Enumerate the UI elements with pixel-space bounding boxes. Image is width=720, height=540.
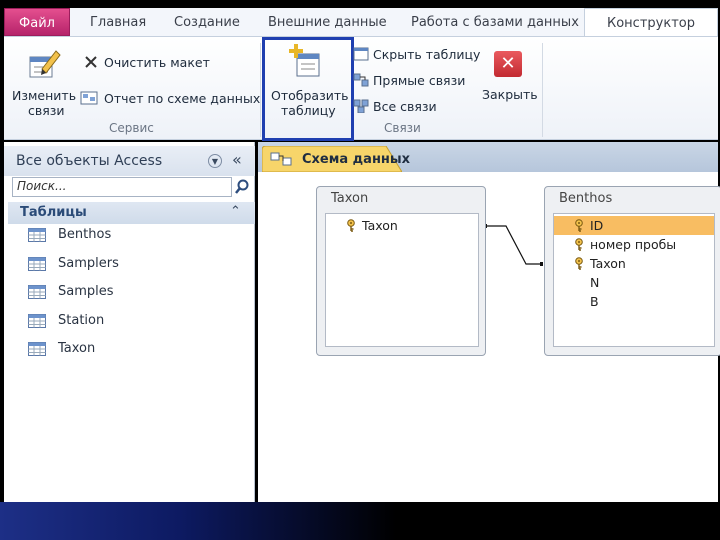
all-relationships-icon (353, 99, 369, 113)
document-tabbar: Схема данных (258, 142, 718, 172)
direct-relationships-icon (353, 73, 369, 87)
show-table-button[interactable]: Отобразить таблицу (262, 37, 354, 141)
collapse-pane-icon[interactable]: « (232, 150, 242, 169)
tab-design[interactable]: Конструктор (584, 8, 718, 38)
table-box-title: Benthos (559, 191, 613, 206)
search-icon[interactable] (234, 179, 250, 195)
nav-table-item[interactable]: Samples (8, 279, 255, 305)
collapse-section-icon[interactable]: ⌃ (230, 204, 241, 219)
table-icon (28, 228, 46, 242)
primary-key-icon (575, 219, 583, 232)
relationship-line (484, 224, 543, 266)
table-box-benthos[interactable]: Benthos ID номер пробы Taxon N B (544, 186, 720, 356)
show-table-label-2: таблицу (281, 103, 336, 118)
table-icon (28, 342, 46, 356)
hide-table-icon (353, 47, 369, 61)
tables-section-header[interactable]: Таблицы ⌃ (8, 202, 255, 224)
primary-key-icon (347, 219, 355, 232)
relationship-report-label: Отчет по схеме данных (104, 91, 261, 106)
close-icon: ✕ (494, 51, 522, 77)
nav-table-item[interactable]: Benthos (8, 222, 255, 248)
nav-table-label: Benthos (58, 227, 112, 242)
primary-key-icon (575, 238, 583, 251)
hide-table-label: Скрыть таблицу (373, 47, 481, 62)
clear-layout-label: Очистить макет (104, 55, 210, 70)
nav-title: Все объекты Access (16, 153, 163, 169)
group-tools-label: Сервис (109, 121, 154, 135)
field-row[interactable]: Taxon (326, 216, 478, 235)
tables-section-title: Таблицы (20, 205, 87, 220)
ribbon-separator (260, 43, 261, 137)
tab-relationships-label: Схема данных (302, 152, 411, 167)
nav-table-item[interactable]: Samplers (8, 251, 255, 277)
report-icon (80, 91, 98, 105)
group-relationships-label: Связи (384, 121, 421, 135)
clear-layout-button[interactable]: Очистить макет (82, 53, 222, 73)
ribbon-tabbar: Файл Главная Создание Внешние данные Раб… (4, 8, 718, 38)
tab-external-data[interactable]: Внешние данные (268, 8, 387, 36)
direct-relationships-button[interactable]: Прямые связи (353, 71, 483, 89)
close-label: Закрыть (482, 87, 538, 102)
all-relationships-label: Все связи (373, 99, 437, 114)
ribbon: Изменить связи Очистить макет Отчет по с… (4, 36, 718, 141)
tab-home[interactable]: Главная (90, 8, 146, 36)
nav-header[interactable]: Все объекты Access ▼ « (4, 146, 255, 176)
direct-relationships-label: Прямые связи (373, 73, 466, 88)
tab-file[interactable]: Файл (4, 8, 70, 36)
nav-table-label: Taxon (58, 341, 96, 356)
clear-x-icon (85, 56, 97, 68)
tab-create[interactable]: Создание (174, 8, 240, 36)
slide-bottom-bar (0, 502, 720, 540)
all-relationships-button[interactable]: Все связи (353, 97, 483, 115)
show-table-label-1: Отобразить (271, 88, 349, 103)
ribbon-separator (542, 43, 543, 137)
field-name: Taxon (362, 218, 398, 233)
relationships-workspace: Схема данных Taxon Taxon Benthos ID номер… (258, 142, 720, 502)
nav-table-label: Samplers (58, 255, 119, 271)
nav-table-label: Samples (58, 284, 114, 299)
tab-relationships[interactable]: Схема данных (262, 146, 410, 172)
field-row[interactable]: номер пробы (554, 235, 714, 254)
table-box-taxon[interactable]: Taxon Taxon (316, 186, 486, 356)
search-input[interactable]: Поиск... (12, 177, 232, 197)
table-icon (28, 313, 46, 328)
hide-table-button[interactable]: Скрыть таблицу (353, 45, 483, 63)
field-row[interactable]: Taxon (554, 254, 714, 273)
field-row[interactable]: N (554, 273, 714, 292)
edit-relationships-button[interactable]: Изменить связи (8, 41, 78, 119)
access-window: Файл Главная Создание Внешние данные Раб… (0, 0, 720, 540)
relationships-icon (270, 152, 292, 166)
edit-relationships-label-2: связи (28, 103, 65, 118)
field-name: ID (590, 218, 604, 233)
field-list: Taxon (325, 213, 479, 347)
nav-table-item[interactable]: Taxon (8, 336, 255, 362)
nav-table-label: Station (58, 312, 105, 328)
edit-relationships-label-1: Изменить (12, 88, 77, 103)
table-box-title: Taxon (331, 191, 369, 206)
nav-table-item[interactable]: Station (8, 308, 255, 334)
primary-key-icon (575, 257, 583, 270)
field-row[interactable]: ID (554, 216, 714, 235)
table-icon (28, 285, 46, 299)
relationship-report-button[interactable]: Отчет по схеме данных (80, 89, 260, 109)
table-icon (28, 256, 46, 271)
field-name: Taxon (590, 256, 626, 271)
field-name: номер пробы (590, 237, 677, 252)
field-row[interactable]: B (554, 292, 714, 311)
field-name: N (590, 275, 600, 290)
edit-relationships-icon (29, 50, 61, 78)
field-list: ID номер пробы Taxon N B (553, 213, 715, 347)
show-table-icon (289, 44, 320, 77)
tab-database-tools[interactable]: Работа с базами данных (411, 8, 579, 36)
navigation-pane: Все объекты Access ▼ « Поиск... Таблицы … (4, 142, 255, 502)
nav-dropdown-icon[interactable]: ▼ (208, 154, 222, 168)
field-name: B (590, 294, 599, 309)
close-button[interactable]: ✕ Закрыть (480, 47, 540, 107)
